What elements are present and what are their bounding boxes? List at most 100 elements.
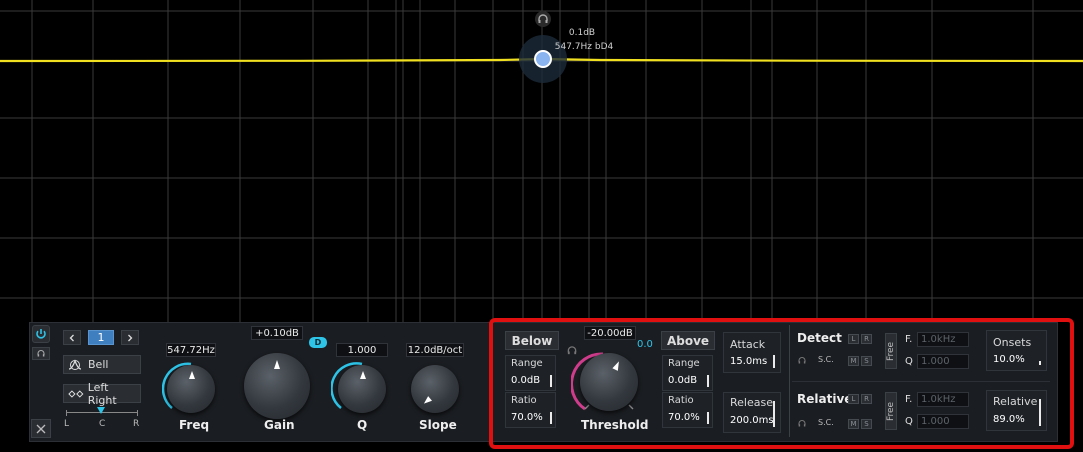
relative-amount-meter — [1039, 399, 1041, 426]
relative-amount-value: 89.0% — [993, 414, 1025, 425]
detect-l-button[interactable]: L — [848, 334, 859, 344]
stereo-mode-select[interactable]: Left Right — [63, 381, 141, 407]
attack-label: Attack — [730, 338, 766, 351]
gain-value[interactable]: +0.10dB — [251, 326, 303, 340]
pan-slider-handle[interactable] — [97, 407, 105, 414]
onsets-control[interactable]: Onsets 10.0% — [986, 330, 1047, 371]
q-knob[interactable] — [338, 365, 386, 413]
above-ratio-control[interactable]: Ratio 70.0% — [662, 392, 713, 428]
detect-listen-icon[interactable] — [797, 356, 807, 365]
freq-label: Freq — [179, 418, 210, 432]
above-range-meter — [707, 375, 709, 387]
onsets-label: Onsets — [993, 336, 1032, 349]
band-power-button[interactable] — [32, 325, 50, 343]
release-label: Release — [730, 396, 773, 409]
relative-amount-control[interactable]: Relative 89.0% — [986, 390, 1047, 431]
detect-sidechain-label[interactable]: S.C. — [818, 355, 834, 364]
headphones-icon — [37, 350, 45, 357]
slope-label: Slope — [419, 418, 457, 432]
next-band-button[interactable] — [121, 330, 139, 345]
q-knob-pointer — [360, 371, 366, 379]
detect-s-button[interactable]: S — [861, 356, 872, 366]
attack-value: 15.0ms — [730, 356, 768, 367]
below-range-label: Range — [511, 358, 543, 369]
relative-freq-value[interactable]: 1.0kHz — [917, 392, 969, 407]
gain-knob[interactable] — [244, 353, 310, 419]
freq-knob[interactable] — [167, 365, 215, 413]
release-meter — [773, 401, 775, 427]
above-ratio-label: Ratio — [668, 395, 694, 406]
q-label: Q — [357, 418, 368, 432]
threshold-label: Threshold — [581, 418, 649, 432]
pan-tick-left — [66, 410, 67, 416]
detect-free-toggle[interactable]: Free — [885, 333, 897, 369]
relative-m-button[interactable]: M — [848, 419, 859, 429]
shape-select[interactable]: Bell — [63, 355, 141, 374]
close-icon — [36, 424, 46, 433]
relative-q-value[interactable]: 1.000 — [917, 414, 969, 429]
detect-f-label: F. — [905, 334, 913, 345]
relative-listen-icon[interactable] — [797, 419, 807, 428]
attack-control[interactable]: Attack 15.0ms — [723, 332, 781, 373]
pan-label-r: R — [133, 419, 140, 429]
band-solo-button[interactable] — [32, 347, 50, 360]
prev-band-button[interactable] — [63, 330, 81, 345]
band-gain-readout: 0.1dB — [568, 28, 596, 38]
above-range-control[interactable]: Range 0.0dB — [662, 355, 713, 391]
slope-knob-pointer — [422, 396, 432, 406]
detect-m-button[interactable]: M — [848, 356, 859, 366]
threshold-knob[interactable] — [580, 353, 638, 411]
below-range-control[interactable]: Range 0.0dB — [505, 355, 556, 391]
attack-meter — [773, 355, 775, 368]
below-ratio-control[interactable]: Ratio 70.0% — [505, 392, 556, 428]
shape-label: Bell — [88, 358, 109, 371]
band-number[interactable]: 1 — [88, 330, 114, 345]
detect-r-button[interactable]: R — [861, 334, 872, 344]
below-ratio-value: 70.0% — [511, 412, 543, 423]
stereo-link-icon — [68, 389, 84, 398]
onsets-value: 10.0% — [993, 354, 1025, 365]
slope-knob[interactable] — [411, 365, 459, 413]
below-button[interactable]: Below — [505, 331, 559, 350]
gain-knob-pointer — [274, 360, 280, 369]
gain-label: Gain — [264, 418, 295, 432]
stereo-mode-label: Left Right — [87, 380, 117, 407]
detect-title: Detect — [797, 331, 842, 345]
dynamic-mode-badge[interactable]: D — [309, 337, 327, 348]
section-divider — [789, 325, 790, 437]
relative-title: Relative — [797, 392, 853, 406]
relative-r-button[interactable]: R — [861, 394, 872, 404]
pan-label-c: C — [99, 419, 106, 429]
freq-knob-pointer — [189, 371, 195, 379]
detect-q-value[interactable]: 1.000 — [917, 354, 969, 369]
relative-l-button[interactable]: L — [848, 394, 859, 404]
pan-label-l: L — [64, 419, 70, 429]
slope-value[interactable]: 12.0dB/oct — [406, 343, 464, 357]
chevron-right-icon — [128, 334, 133, 341]
above-ratio-meter — [707, 412, 709, 424]
below-ratio-label: Ratio — [511, 395, 537, 406]
solo-headphones-icon[interactable] — [535, 11, 551, 27]
release-control[interactable]: Release 200.0ms — [723, 392, 781, 433]
detect-q-label: Q — [905, 356, 913, 367]
relative-f-label: F. — [905, 394, 913, 405]
below-ratio-meter — [550, 412, 552, 424]
relative-free-toggle[interactable]: Free — [885, 392, 897, 430]
detect-freq-value[interactable]: 1.0kHz — [917, 332, 969, 347]
band-freq-readout: 547.7Hz bD4 — [554, 42, 614, 52]
band-node[interactable] — [534, 50, 552, 68]
above-range-label: Range — [668, 358, 700, 369]
threshold-value[interactable]: -20.00dB — [584, 326, 636, 340]
q-value[interactable]: 1.000 — [336, 343, 388, 357]
relative-sidechain-label[interactable]: S.C. — [818, 418, 834, 427]
relative-amount-label: Relative — [993, 395, 1038, 408]
pan-tick-right — [137, 410, 138, 416]
close-band-button[interactable] — [31, 419, 51, 438]
power-icon — [36, 329, 46, 339]
freq-value[interactable]: 547.72Hz — [166, 343, 216, 357]
above-button[interactable]: Above — [661, 331, 715, 350]
relative-q-label: Q — [905, 416, 913, 427]
below-range-meter — [550, 375, 552, 387]
relative-s-button[interactable]: S — [861, 419, 872, 429]
release-value: 200.0ms — [730, 415, 774, 426]
